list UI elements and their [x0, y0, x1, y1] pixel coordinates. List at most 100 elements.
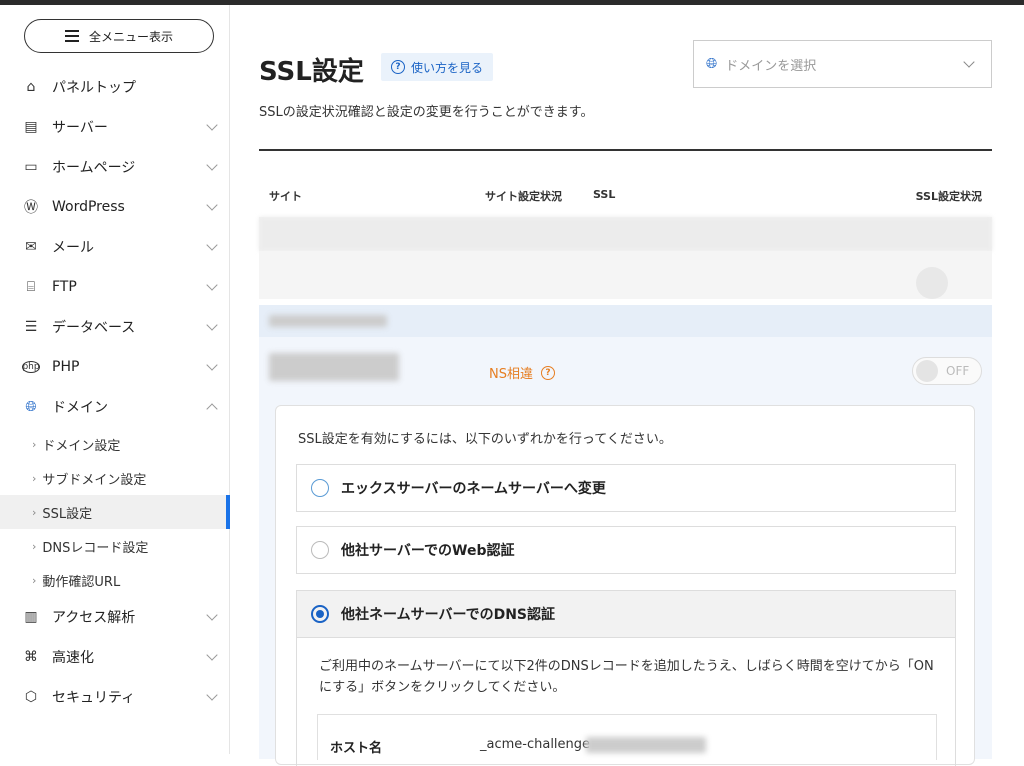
radio-button[interactable]: [311, 479, 329, 497]
sidebar-item-label: WordPress: [52, 199, 125, 215]
host-row: ホスト名 _acme-challenge: [317, 714, 937, 760]
chevron-down-icon: [206, 239, 218, 251]
mail-icon: ✉: [25, 239, 37, 255]
sidebar-subitem-label: SSL設定: [42, 506, 93, 522]
radio-button[interactable]: [311, 541, 329, 559]
sidebar-subitem-label: DNSレコード設定: [42, 540, 149, 556]
sidebar-item-mail[interactable]: ✉ メール: [0, 227, 230, 267]
sidebar-item-label: FTP: [52, 279, 77, 295]
sidebar-subitem-check-url[interactable]: › 動作確認URL: [0, 563, 230, 597]
sidebar-subitem-ssl-settings[interactable]: › SSL設定: [0, 495, 230, 529]
howto-button[interactable]: ? 使い方を見る: [381, 53, 494, 81]
dns-instruction: ご利用中のネームサーバーにて以下2件のDNSレコードを追加したうえ、しばらく時間…: [319, 659, 934, 695]
sidebar-item-label: データベース: [52, 320, 136, 336]
window-icon: ▭: [24, 159, 38, 175]
shield-icon: ⬡: [24, 689, 38, 705]
table-row: [259, 217, 992, 299]
sidebar-item-label: サーバー: [52, 120, 108, 136]
col-ssl: SSL: [593, 188, 616, 201]
sidebar-item-speedup[interactable]: ⌘ 高速化: [0, 637, 230, 677]
sidebar-item-label: アクセス解析: [52, 610, 136, 626]
sidebar-item-database[interactable]: ☰ データベース: [0, 307, 230, 347]
sidebar-item-label: ホームページ: [52, 160, 136, 176]
sidebar-item-label: PHP: [52, 359, 80, 375]
chevron-right-icon: ›: [32, 539, 37, 553]
home-icon: ⌂: [26, 79, 36, 95]
toggle-label: OFF: [946, 364, 970, 378]
sidebar-subitem-subdomain-settings[interactable]: › サブドメイン設定: [0, 461, 230, 495]
sidebar-item-label: メール: [52, 240, 94, 256]
php-icon: php: [22, 361, 40, 373]
sidebar-item-ftp[interactable]: ⌸ FTP: [0, 267, 230, 307]
page-title: SSL設定: [259, 57, 364, 87]
page-description: SSLの設定状況確認と設定の変更を行うことができます。: [259, 105, 594, 120]
domain-select-placeholder: ドメインを選択: [725, 58, 817, 74]
option-dns-auth[interactable]: 他社ネームサーバーでのDNS認証: [296, 590, 956, 638]
sidebar-subitem-label: 動作確認URL: [42, 574, 121, 590]
chevron-right-icon: ›: [32, 437, 37, 451]
blurred-content: [259, 251, 992, 299]
sidebar-subitem-label: ドメイン設定: [42, 438, 121, 454]
sidebar-item-label: 高速化: [52, 650, 94, 666]
all-menu-button[interactable]: 全メニュー表示: [24, 19, 214, 53]
host-value: _acme-challenge: [480, 737, 591, 752]
host-label: ホスト名: [330, 741, 383, 756]
main-content: SSL設定 ? 使い方を見る 🌐︎ ドメインを選択 SSLの設定状況確認と設定の…: [231, 5, 1024, 766]
divider: [259, 149, 992, 151]
option-label: エックスサーバーのネームサーバーへ変更: [341, 481, 606, 497]
chevron-down-icon: [206, 119, 218, 131]
chevron-down-icon: [206, 359, 218, 371]
ssl-toggle[interactable]: OFF: [912, 357, 982, 385]
ns-status-label: NS相違: [489, 367, 533, 382]
col-site: サイト: [269, 190, 302, 203]
table-row-header: [259, 305, 992, 337]
chevron-down-icon: [206, 199, 218, 211]
blurred-site-name: [269, 353, 399, 381]
sidebar-item-label: ドメイン: [52, 400, 108, 416]
chevron-right-icon: ›: [32, 471, 37, 485]
option-web-auth[interactable]: 他社サーバーでのWeb認証: [296, 526, 956, 574]
sidebar-nav: ⌂ パネルトップ ▤ サーバー ▭ ホームページ Ⓦ WordPress ✉ メ…: [0, 67, 230, 717]
chevron-down-icon: [206, 689, 218, 701]
database-icon: ☰: [24, 319, 38, 335]
col-ssl-status: SSL設定状況: [915, 190, 982, 203]
sidebar-subitem-label: サブドメイン設定: [42, 472, 147, 488]
ns-status: NS相違 ?: [489, 363, 555, 382]
chevron-down-icon: [206, 159, 218, 171]
sidebar-item-security[interactable]: ⬡ セキュリティ: [0, 677, 230, 717]
sidebar-subitem-dns-record[interactable]: › DNSレコード設定: [0, 529, 230, 563]
blurred-toggle: [916, 267, 948, 299]
sidebar-subitem-domain-settings[interactable]: › ドメイン設定: [0, 427, 230, 461]
sidebar-item-wordpress[interactable]: Ⓦ WordPress: [0, 187, 230, 227]
hamburger-icon: [64, 27, 79, 45]
sidebar: 全メニュー表示 ⌂ パネルトップ ▤ サーバー ▭ ホームページ Ⓦ WordP…: [0, 5, 230, 754]
sidebar-item-homepage[interactable]: ▭ ホームページ: [0, 147, 230, 187]
sidebar-item-panel-top[interactable]: ⌂ パネルトップ: [0, 67, 230, 107]
domain-select[interactable]: 🌐︎ ドメインを選択: [693, 40, 992, 88]
table-row: NS相違 ? OFF: [259, 337, 992, 403]
chart-icon: ▥: [24, 609, 38, 625]
chevron-down-icon: [206, 649, 218, 661]
question-icon[interactable]: ?: [540, 365, 555, 380]
all-menu-label: 全メニュー表示: [88, 29, 173, 44]
panel-instruction: SSL設定を有効にするには、以下のいずれかを行ってください。: [298, 432, 672, 447]
ssl-setup-panel: SSL設定を有効にするには、以下のいずれかを行ってください。 エックスサーバーの…: [275, 405, 975, 766]
wordpress-icon: Ⓦ: [24, 200, 38, 216]
radio-button-selected[interactable]: [311, 605, 329, 623]
sidebar-item-php[interactable]: php PHP: [0, 347, 230, 387]
chevron-right-icon: ›: [32, 505, 37, 519]
question-icon: ?: [391, 60, 405, 74]
sidebar-item-domain[interactable]: 🌐︎ ドメイン: [0, 387, 230, 427]
sidebar-item-label: セキュリティ: [52, 690, 136, 706]
col-site-status: サイト設定状況: [485, 190, 562, 203]
chevron-right-icon: ›: [32, 573, 37, 587]
ftp-icon: ⌸: [26, 279, 36, 295]
chevron-down-icon: [963, 56, 975, 68]
sidebar-item-access-analysis[interactable]: ▥ アクセス解析: [0, 597, 230, 637]
server-icon: ▤: [24, 119, 38, 135]
sidebar-item-server[interactable]: ▤ サーバー: [0, 107, 230, 147]
option-change-nameserver[interactable]: エックスサーバーのネームサーバーへ変更: [296, 464, 956, 512]
option-label: 他社ネームサーバーでのDNS認証: [341, 607, 556, 623]
chevron-up-icon: [206, 403, 218, 415]
chevron-down-icon: [206, 609, 218, 621]
